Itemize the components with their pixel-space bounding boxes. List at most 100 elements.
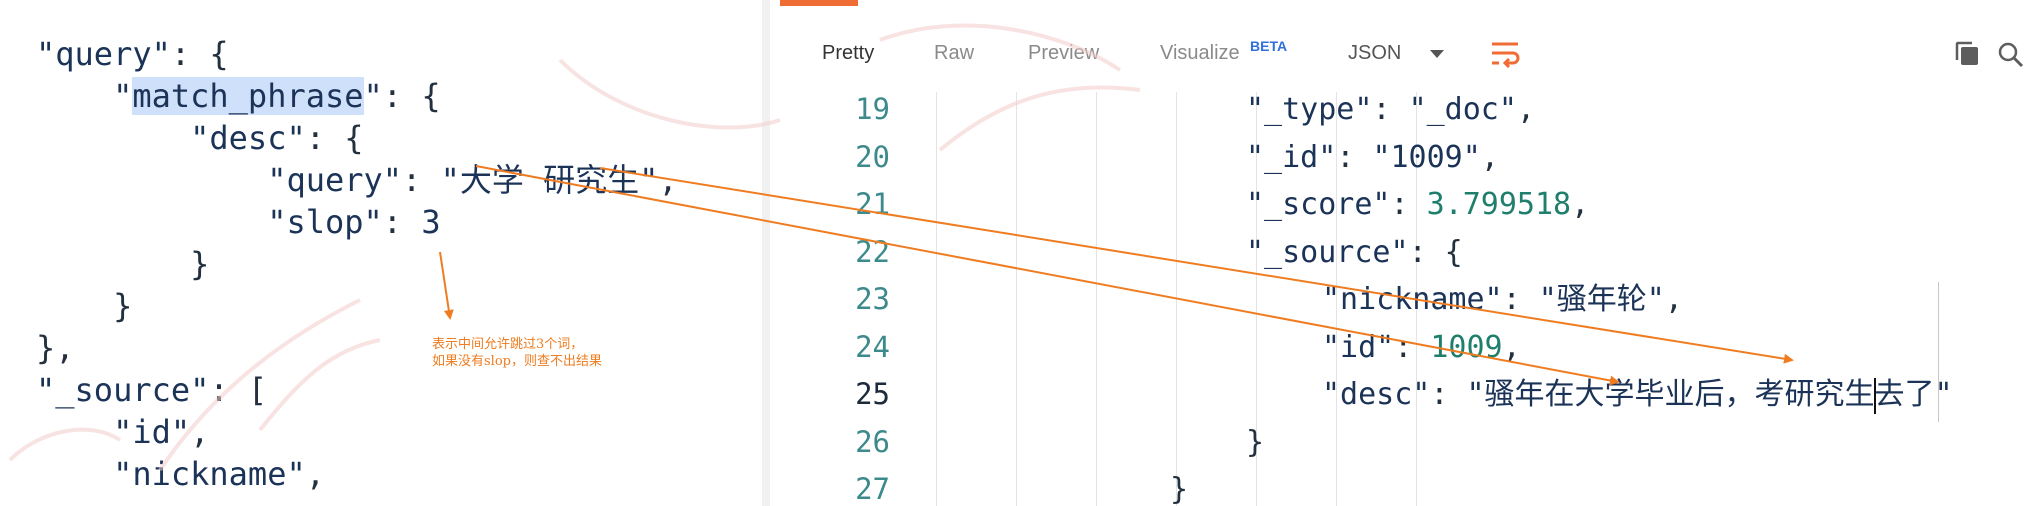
request-code-line[interactable]: "id", <box>36 411 209 453</box>
line-number: 19 <box>855 92 890 126</box>
line-number: 26 <box>855 424 890 459</box>
code-token: } <box>1170 472 1189 506</box>
chevron-down-icon[interactable] <box>1430 50 1444 58</box>
code-token: , <box>1516 92 1535 127</box>
code-token: , <box>658 161 678 199</box>
code-token: : <box>1502 282 1539 317</box>
request-code-line[interactable]: "_source": [ <box>36 369 267 411</box>
line-number: 27 <box>855 472 890 506</box>
code-token: " <box>113 77 133 115</box>
code-token: , <box>305 455 325 493</box>
code-token: "nickname" <box>1322 282 1503 317</box>
indent-guide <box>1096 92 1097 506</box>
response-code-line[interactable]: } <box>1246 419 1264 466</box>
code-token: "desc" <box>190 119 306 157</box>
code-token: : { <box>170 35 229 73</box>
code-token: } <box>36 287 133 325</box>
code-token: 1009 <box>1430 329 1503 365</box>
response-code-line[interactable]: "nickname": "骚年轮", <box>1322 276 1683 323</box>
response-toolbar: Pretty Raw Preview Visualize BETA JSON <box>770 28 2026 80</box>
indent-guide <box>1176 92 1177 506</box>
code-token: } <box>1246 424 1265 460</box>
response-viewer: Pretty Raw Preview Visualize BETA JSON 1… <box>770 0 2026 506</box>
beta-badge: BETA <box>1250 38 1288 54</box>
code-token: match_phrase <box>132 77 364 115</box>
code-token: , <box>1571 187 1590 222</box>
code-token: 3 <box>421 203 441 241</box>
code-token: "desc" <box>1322 377 1431 412</box>
line-number: 25 <box>855 377 890 411</box>
response-code-line[interactable]: "desc": "骚年在大学毕业后，考研究生去了" <box>1322 371 1953 418</box>
active-pane-accent <box>780 0 858 6</box>
request-body-editor[interactable]: "query": { "match_phrase": { "desc": { "… <box>0 0 762 506</box>
slop-annotation-note: 表示中间允许跳过3个词， 如果没有slop，则查不出结果 <box>432 337 602 369</box>
response-code-line[interactable]: "_type": "_doc", <box>1246 86 1535 133</box>
code-token: , <box>1502 329 1521 365</box>
copy-icon[interactable] <box>1954 40 1982 68</box>
code-token: "_doc" <box>1408 92 1517 127</box>
code-token: "骚年轮" <box>1538 282 1665 317</box>
line-number: 24 <box>855 329 890 364</box>
request-code-line[interactable]: "desc": { <box>36 117 364 159</box>
line-number: 20 <box>855 139 890 174</box>
code-token: : <box>1394 329 1431 365</box>
code-token: } <box>36 245 210 283</box>
code-token: , <box>1664 282 1683 317</box>
code-token: : [ <box>209 371 268 409</box>
request-code-line[interactable]: "match_phrase": { <box>36 75 441 117</box>
code-token: " <box>363 77 383 115</box>
tab-raw[interactable]: Raw <box>934 42 974 65</box>
request-code-line[interactable]: "slop": 3 <box>36 201 441 243</box>
wrap-lines-icon[interactable] <box>1490 40 1520 68</box>
response-code-line[interactable]: } <box>1170 466 1188 506</box>
tab-preview[interactable]: Preview <box>1028 42 1099 65</box>
search-icon[interactable] <box>1996 40 2024 68</box>
code-token: : { <box>1408 234 1463 270</box>
code-token: "_type" <box>1246 92 1373 127</box>
code-token: "id" <box>1322 329 1395 365</box>
request-code-line[interactable]: } <box>36 243 209 285</box>
code-token: : <box>1390 187 1427 222</box>
code-token: "骚年在大学毕业后，考研究生去了" <box>1466 377 1953 412</box>
code-token: : { <box>305 119 364 157</box>
code-token: "query" <box>267 161 403 199</box>
code-token: 3.799518 <box>1426 187 1572 222</box>
request-code-line[interactable]: } <box>36 285 132 327</box>
request-code-line[interactable]: "nickname", <box>36 453 325 495</box>
request-code-line[interactable]: "query": { <box>36 33 229 75</box>
indent-guide <box>936 92 937 506</box>
code-token: "1009" <box>1372 139 1481 175</box>
tab-pretty[interactable]: Pretty <box>822 42 874 65</box>
request-code-line[interactable]: "query": "大学 研究生", <box>36 159 678 201</box>
code-token: "query" <box>36 35 171 73</box>
format-select[interactable]: JSON <box>1348 42 1401 65</box>
code-token: "_source" <box>1246 234 1409 270</box>
indent-guide <box>1016 92 1017 506</box>
code-token: , <box>190 413 210 451</box>
code-token: : <box>402 161 441 199</box>
code-token: "_source" <box>36 371 210 409</box>
code-token: "nickname" <box>113 455 306 493</box>
code-token: }, <box>36 329 75 367</box>
code-token: : <box>1430 377 1467 412</box>
code-token: : { <box>382 77 441 115</box>
line-number: 22 <box>855 234 890 269</box>
response-code-line[interactable]: "id": 1009, <box>1322 324 1521 371</box>
line-number: 21 <box>855 187 890 221</box>
response-code-line[interactable]: "_source": { <box>1246 229 1463 276</box>
request-code-line[interactable]: }, <box>36 327 75 369</box>
pane-divider[interactable] <box>762 0 770 506</box>
tab-visualize[interactable]: Visualize <box>1160 42 1240 65</box>
response-code-line[interactable]: "_id": "1009", <box>1246 134 1499 181</box>
response-code-line[interactable]: "_score": 3.799518, <box>1246 181 1589 228</box>
code-token: "id" <box>113 413 191 451</box>
code-token: "_id" <box>1246 139 1337 175</box>
code-token: "大学 研究生" <box>440 161 659 199</box>
line-number: 23 <box>855 282 890 316</box>
